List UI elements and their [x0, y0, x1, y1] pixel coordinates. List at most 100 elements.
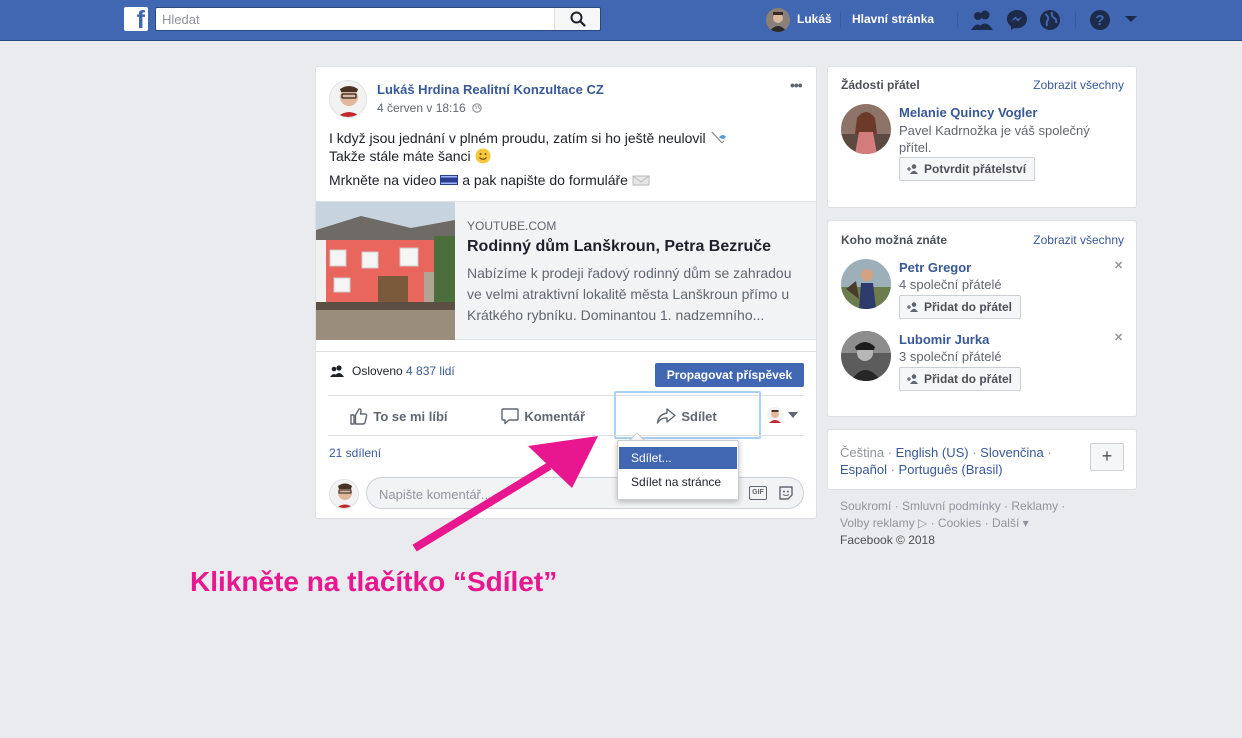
pymk-mutual: 3 společní přátelé: [899, 349, 1002, 364]
comment-label: Komentář: [524, 409, 586, 424]
post-text-line: Takže stále máte šanci: [329, 148, 471, 164]
reach-label: Osloveno: [352, 364, 403, 378]
confirm-friend-button[interactable]: Potvrdit přátelství: [899, 157, 1036, 181]
add-friend-icon: [907, 302, 918, 312]
footer-links-line[interactable]: Soukromí · Smluvní podmínky · Reklamy ·: [840, 498, 1065, 515]
friend-requests-card: Žádosti přátel Zobrazit všechny Melanie …: [827, 66, 1137, 208]
share-button[interactable]: Sdílet: [656, 407, 717, 427]
page-avatar[interactable]: [329, 80, 367, 118]
share-arrow-icon: [656, 408, 676, 424]
language-link[interactable]: English (US): [896, 445, 969, 460]
language-link[interactable]: Português (Brasil): [899, 462, 1003, 477]
public-globe-icon: [472, 103, 482, 113]
friend-requests-see-all-link[interactable]: Zobrazit všechny: [1033, 78, 1124, 92]
friend-request-name-link[interactable]: Melanie Quincy Vogler: [899, 105, 1037, 120]
post-card: Lukáš Hrdina Realitní Konzultace CZ 4 če…: [315, 66, 817, 519]
account-menu-chevron-down-icon[interactable]: [1124, 15, 1138, 23]
post-text-line: I když jsou jednání v plném proudu, zatí…: [329, 130, 706, 146]
language-link[interactable]: Español: [840, 462, 887, 477]
post-as-selector[interactable]: [767, 407, 799, 423]
sticker-icon[interactable]: [778, 485, 794, 501]
people-reach-icon: [330, 365, 344, 377]
post-timestamp[interactable]: 4 červen v 18:16: [377, 101, 482, 115]
post-date-text: 4 červen v 18:16: [377, 101, 466, 115]
add-friend-button[interactable]: Přidat do přátel: [899, 367, 1022, 391]
share-dropdown-menu: Sdílet... Sdílet na stránce: [617, 440, 739, 500]
page-avatar-small: [767, 407, 783, 423]
share-on-page-menu-item[interactable]: Sdílet na stránce: [619, 471, 737, 493]
add-friend-label: Přidat do přátel: [924, 300, 1013, 314]
link-title[interactable]: Rodinný dům Lanškroun, Petra Bezruče: [467, 238, 771, 256]
search-box: [155, 7, 601, 31]
mutual-text-line: přítel.: [899, 140, 932, 155]
pymk-see-all-link[interactable]: Zobrazit všechny: [1033, 233, 1124, 247]
smile-emoji-icon: [475, 148, 491, 164]
annotation-instruction-text: Klikněte na tlačítko “Sdílet”: [190, 566, 558, 597]
post-text-line: Mrkněte na video: [329, 172, 437, 188]
reach-count-link[interactable]: 4 837 lidí: [406, 364, 455, 378]
link-preview-thumbnail[interactable]: [316, 202, 455, 340]
pymk-name-link[interactable]: Lubomir Jurka: [899, 332, 989, 347]
pymk-avatar[interactable]: [841, 331, 891, 381]
dismiss-close-icon[interactable]: ✕: [1114, 259, 1123, 272]
user-avatar[interactable]: [766, 8, 790, 32]
divider: [840, 12, 841, 28]
divider: [1075, 12, 1076, 28]
reach-stat: Osloveno 4 837 lidí: [352, 364, 455, 378]
divider: [957, 12, 958, 28]
help-icon[interactable]: ?: [1089, 9, 1111, 31]
link-preview[interactable]: YOUTUBE.COM Rodinný dům Lanškroun, Petra…: [316, 201, 816, 340]
language-list: Čeština · English (US) · Slovenčina · Es…: [840, 445, 1052, 477]
friend-requests-icon[interactable]: [970, 9, 994, 31]
search-icon: [570, 11, 586, 27]
add-friend-button[interactable]: Přidat do přátel: [899, 295, 1022, 319]
chevron-down-icon: [788, 412, 799, 418]
thumbs-up-icon: [350, 408, 368, 425]
shares-count-link[interactable]: 21 sdílení: [329, 446, 381, 460]
footer-links: Soukromí · Smluvní podmínky · Reklamy · …: [840, 498, 1065, 549]
footer-links-line[interactable]: Volby reklamy ▷ · Cookies · Další ▾: [840, 515, 1065, 532]
people-you-may-know-card: Koho možná znáte Zobrazit všechny Petr G…: [827, 220, 1137, 417]
page-name-link[interactable]: Lukáš Hrdina Realitní Konzultace CZ: [377, 82, 604, 97]
search-button[interactable]: [554, 8, 600, 30]
link-description-line: Nabízíme k prodeji řadový rodinný dům se…: [467, 265, 792, 281]
top-navigation-bar: f Lukáš Hlavní stránka ?: [0, 0, 1242, 41]
post-options-more-icon[interactable]: •••: [790, 77, 803, 93]
add-friend-icon: [907, 164, 918, 174]
pymk-name-link[interactable]: Petr Gregor: [899, 260, 971, 275]
link-description-line: ve velmi atraktivní lokalitě města Lanšk…: [467, 286, 790, 302]
divider: [328, 435, 804, 436]
copyright-text: Facebook © 2018: [840, 533, 935, 547]
friend-request-avatar[interactable]: [841, 104, 891, 154]
language-link[interactable]: Slovenčina: [980, 445, 1044, 460]
post-text-line: a pak napište do formuláře: [462, 172, 628, 188]
language-current: Čeština: [840, 445, 885, 460]
add-friend-label: Přidat do přátel: [924, 372, 1013, 386]
user-name-link[interactable]: Lukáš: [797, 12, 832, 26]
messenger-icon[interactable]: [1006, 9, 1028, 31]
like-button[interactable]: To se mi líbí: [350, 407, 448, 427]
gif-icon[interactable]: GIF: [749, 486, 767, 500]
pymk-title: Koho možná znáte: [841, 233, 948, 247]
link-description-line: Krátkého rybníku. Dominantou 1. nadzemní…: [467, 307, 765, 323]
share-now-menu-item[interactable]: Sdílet...: [619, 447, 737, 469]
pymk-avatar[interactable]: [841, 259, 891, 309]
film-emoji-icon: [440, 175, 459, 185]
notifications-globe-icon[interactable]: [1039, 9, 1061, 31]
friend-request-mutual: Pavel Kadrnožka je váš společný přítel.: [899, 122, 1090, 156]
pymk-mutual: 4 společní přátelé: [899, 277, 1002, 292]
friend-requests-title: Žádosti přátel: [841, 78, 920, 92]
comment-bubble-icon: [501, 408, 519, 425]
dismiss-close-icon[interactable]: ✕: [1114, 331, 1123, 344]
mutual-text-line: Pavel Kadrnožka je váš společný: [899, 123, 1090, 138]
home-link[interactable]: Hlavní stránka: [852, 12, 934, 26]
promote-post-button[interactable]: Propagovat příspěvek: [655, 363, 804, 387]
add-friend-icon: [907, 374, 918, 384]
comment-placeholder: Napište komentář...: [379, 487, 492, 502]
comment-button[interactable]: Komentář: [501, 407, 585, 427]
like-label: To se mi líbí: [373, 409, 448, 424]
search-input[interactable]: [156, 8, 556, 30]
facebook-logo-icon[interactable]: f: [124, 7, 148, 33]
add-language-plus-button[interactable]: +: [1090, 443, 1124, 471]
envelope-emoji-icon: [632, 175, 650, 186]
